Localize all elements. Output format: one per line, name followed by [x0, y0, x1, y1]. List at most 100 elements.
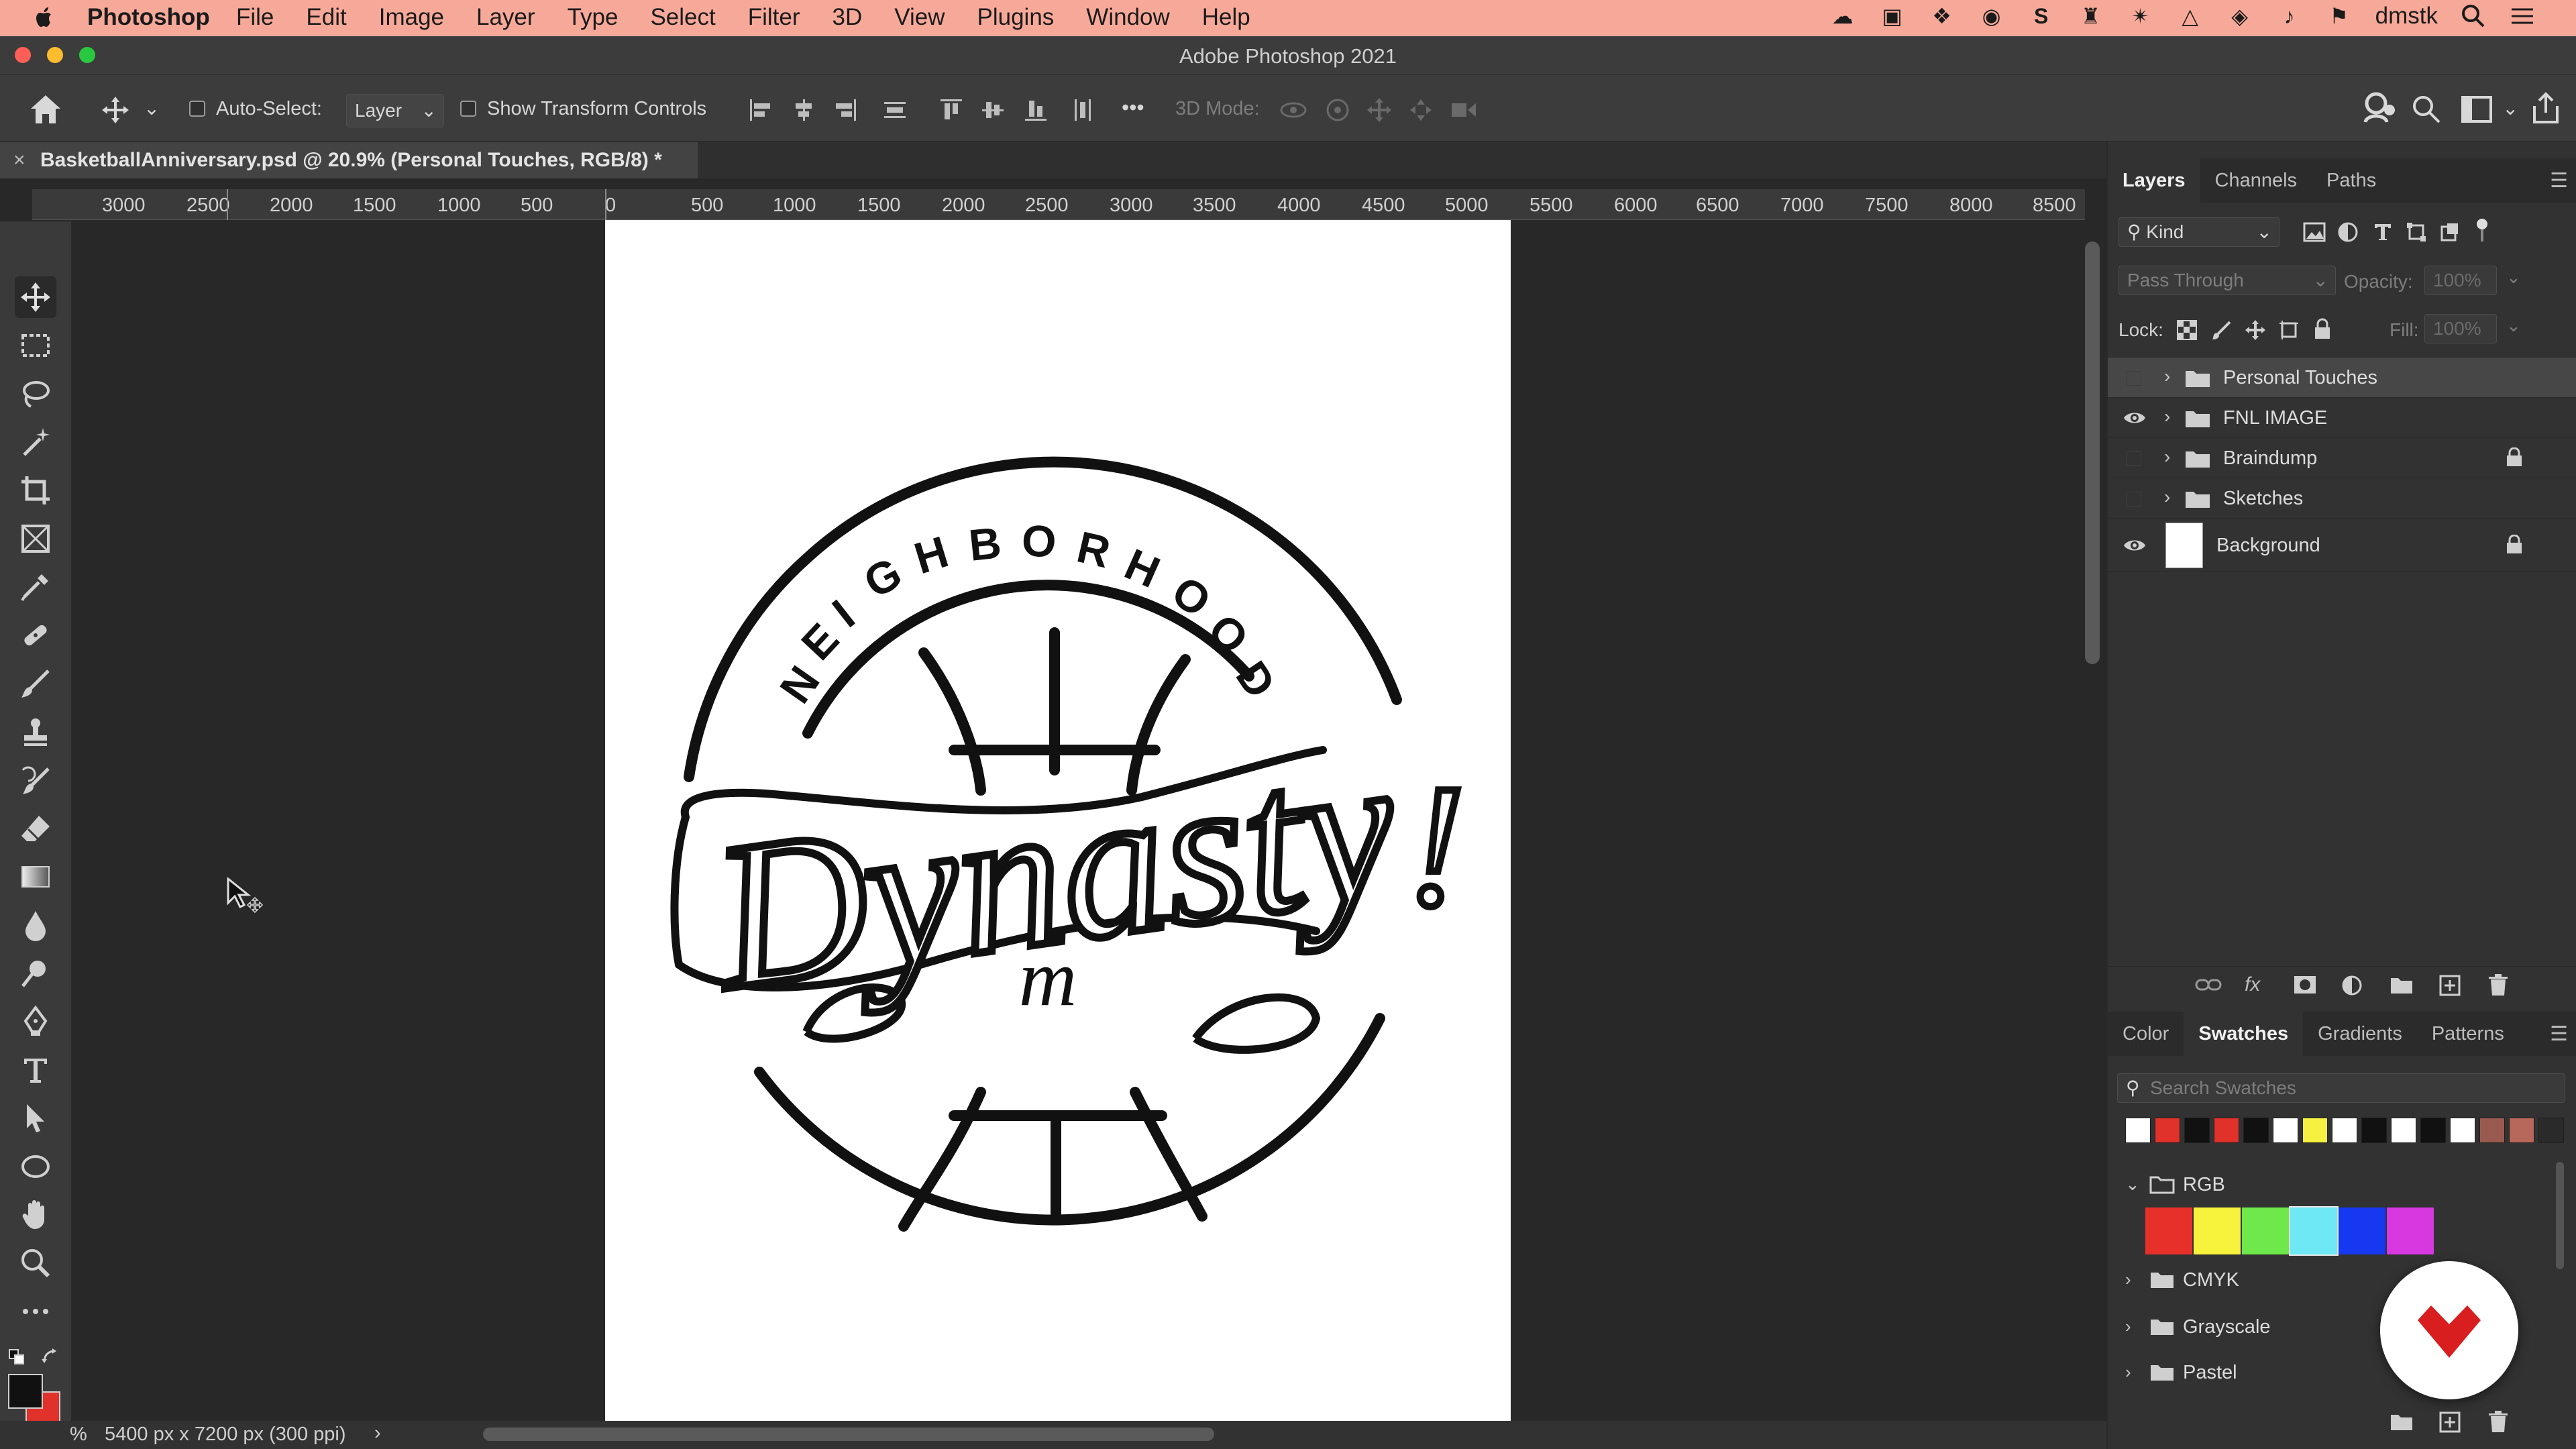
menu-view[interactable]: View	[894, 4, 945, 31]
swap-colors-icon[interactable]	[40, 1347, 60, 1367]
frame-tool[interactable]	[15, 518, 56, 559]
tab-channels[interactable]: Channels	[2200, 158, 2312, 203]
panel-menu-icon[interactable]: ☰	[2550, 169, 2568, 193]
menu-file[interactable]: File	[236, 4, 274, 31]
new-group-icon[interactable]	[2390, 976, 2414, 995]
rgb-swatch[interactable]	[2145, 1208, 2192, 1254]
visibility-toggle[interactable]	[2127, 371, 2141, 386]
zoom-window-button[interactable]	[79, 47, 95, 63]
trash-icon[interactable]	[2487, 973, 2509, 996]
distribute-vertical-icon[interactable]	[1069, 97, 1096, 123]
document-tab[interactable]: × BasketballAnniversary.psd @ 20.9% (Per…	[0, 142, 698, 178]
swatch-group-rgb[interactable]: ⌄ RGB	[2108, 1162, 2576, 1206]
filter-adjustment-icon[interactable]	[2337, 221, 2359, 243]
horizontal-scrollbar[interactable]	[483, 1428, 1214, 1441]
filter-smart-object-icon[interactable]	[2439, 221, 2461, 243]
tab-layers[interactable]: Layers	[2108, 158, 2200, 203]
tool-preset-chevron-icon[interactable]: ⌄	[144, 97, 160, 120]
magic-wand-tool[interactable]	[15, 421, 56, 463]
recent-swatch[interactable]	[2420, 1118, 2446, 1143]
recent-swatch[interactable]	[2332, 1118, 2357, 1143]
app-menu[interactable]: Photoshop	[87, 4, 210, 31]
lock-all-icon[interactable]	[2313, 318, 2332, 341]
align-right-icon[interactable]	[832, 97, 859, 123]
status-menu-chevron-icon[interactable]: ›	[374, 1422, 381, 1444]
pan-3d-icon[interactable]	[1366, 97, 1393, 123]
recent-swatch[interactable]	[2243, 1118, 2269, 1143]
gradient-tool[interactable]	[15, 856, 56, 898]
canvas-area[interactable]: N E I G H B O R H O O D Dynasty ! m	[74, 220, 2080, 1421]
sync-icon[interactable]: ◉	[1978, 3, 2005, 30]
chevron-right-icon[interactable]: ›	[2125, 1269, 2131, 1290]
dodge-tool[interactable]	[15, 953, 56, 994]
vertical-scrollbar[interactable]	[2085, 241, 2100, 664]
lock-icon[interactable]	[2505, 535, 2524, 555]
new-swatch-icon[interactable]	[2439, 1411, 2461, 1433]
zoom-tool[interactable]	[15, 1242, 56, 1284]
filter-pixel-icon[interactable]	[2302, 221, 2326, 243]
brush-tool[interactable]	[15, 663, 56, 704]
auto-select-checkbox[interactable]	[189, 101, 205, 117]
menu-select[interactable]: Select	[650, 4, 715, 31]
menu-filter[interactable]: Filter	[748, 4, 800, 31]
lock-icon[interactable]	[2505, 447, 2524, 468]
ellipse-tool[interactable]	[15, 1146, 56, 1187]
share-people-icon[interactable]	[2361, 91, 2398, 125]
eye-icon[interactable]	[2123, 533, 2147, 557]
menu-layer[interactable]: Layer	[476, 4, 535, 31]
expand-chevron-icon[interactable]: ›	[2164, 366, 2170, 387]
layer-name[interactable]: FNL IMAGE	[2223, 407, 2327, 429]
history-brush-tool[interactable]	[15, 759, 56, 801]
menu-edit[interactable]: Edit	[306, 4, 346, 31]
menu-help[interactable]: Help	[1202, 4, 1250, 31]
layer-row[interactable]: › Personal Touches	[2108, 357, 2576, 397]
lock-paint-icon[interactable]	[2211, 319, 2233, 341]
layer-effects-button[interactable]: fx	[2245, 973, 2260, 996]
dropbox-icon[interactable]: ❖	[1929, 3, 1955, 30]
type-tool[interactable]	[15, 1049, 56, 1091]
chevron-down-icon[interactable]: ⌄	[2125, 1174, 2140, 1195]
adjustment-layer-icon[interactable]	[2341, 975, 2363, 996]
add-mask-icon[interactable]	[2293, 975, 2317, 995]
control-center-icon[interactable]	[2509, 4, 2536, 28]
healing-brush-tool[interactable]	[15, 614, 56, 656]
expand-chevron-icon[interactable]: ›	[2164, 406, 2170, 427]
recent-swatch[interactable]	[2361, 1118, 2387, 1143]
flag-icon[interactable]: ⚑	[2326, 3, 2353, 30]
filter-type-icon[interactable]	[2372, 221, 2394, 243]
trash-icon[interactable]	[2487, 1410, 2509, 1433]
visibility-toggle[interactable]	[2127, 492, 2141, 506]
new-layer-icon[interactable]	[2439, 975, 2461, 996]
more-options-button[interactable]: •••	[1122, 95, 1144, 120]
slide-3d-icon[interactable]	[1407, 97, 1434, 123]
close-window-button[interactable]	[15, 47, 31, 63]
layer-name[interactable]: Background	[2216, 535, 2320, 557]
menu-window[interactable]: Window	[1086, 4, 1169, 31]
panel-menu-icon[interactable]: ☰	[2550, 1022, 2568, 1046]
link-layers-icon[interactable]	[2195, 975, 2222, 995]
layer-filter-dropdown[interactable]: ⚲ Kind ⌄	[2118, 217, 2279, 247]
close-tab-icon[interactable]: ×	[13, 142, 25, 178]
new-group-icon[interactable]	[2390, 1413, 2414, 1432]
document-info[interactable]: 5400 px x 7200 px (300 ppi)	[105, 1424, 346, 1446]
airplay-icon[interactable]: △	[2177, 3, 2204, 30]
creative-cloud-icon[interactable]: ☁	[1829, 3, 1856, 30]
opacity-chevron-icon[interactable]: ⌄	[2506, 267, 2521, 288]
move-tool-icon[interactable]	[101, 95, 130, 125]
rgb-swatch[interactable]	[2289, 1206, 2339, 1256]
recent-swatch[interactable]	[2509, 1118, 2534, 1143]
menu-image[interactable]: Image	[379, 4, 444, 31]
fill-field[interactable]: 100%	[2424, 314, 2497, 343]
minimize-window-button[interactable]	[47, 47, 63, 63]
menu-type[interactable]: Type	[568, 4, 619, 31]
swatches-scrollbar[interactable]	[2556, 1162, 2564, 1269]
roll-3d-icon[interactable]	[1324, 97, 1351, 123]
home-icon[interactable]	[27, 91, 64, 126]
opacity-field[interactable]: 100%	[2424, 266, 2497, 295]
search-icon[interactable]	[2411, 94, 2442, 125]
eye-icon[interactable]	[2123, 406, 2147, 430]
recent-swatch[interactable]	[2450, 1118, 2475, 1143]
lock-transparent-icon[interactable]	[2176, 319, 2198, 341]
tab-swatches[interactable]: Swatches	[2184, 1012, 2304, 1056]
layer-row[interactable]: › Sketches	[2108, 478, 2576, 518]
